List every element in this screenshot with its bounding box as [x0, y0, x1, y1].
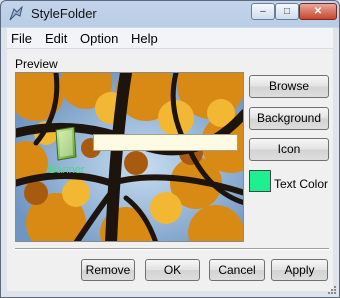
- apply-button[interactable]: Apply: [271, 259, 328, 281]
- preview-label: Preview: [15, 57, 58, 71]
- browse-button[interactable]: Browse: [249, 75, 329, 98]
- ok-button[interactable]: OK: [145, 259, 200, 281]
- resize-grip-icon[interactable]: [327, 285, 337, 295]
- app-icon: [9, 6, 23, 21]
- background-image: [16, 73, 243, 241]
- menu-edit[interactable]: Edit: [45, 31, 67, 46]
- text-color-label: Text Color: [274, 177, 329, 191]
- folder-icon[interactable]: [53, 127, 79, 161]
- cancel-button[interactable]: Cancel: [209, 259, 265, 281]
- maximize-button[interactable]: □: [275, 3, 299, 20]
- banner-text-field[interactable]: [93, 134, 238, 151]
- close-button[interactable]: ✕: [299, 3, 337, 20]
- title-bar[interactable]: StyleFolder – □ ✕: [1, 1, 339, 27]
- background-button[interactable]: Background: [249, 107, 329, 130]
- client-area: File Edit Option Help Preview Banner Bro…: [7, 28, 333, 291]
- menu-file[interactable]: File: [11, 31, 32, 46]
- icon-button[interactable]: Icon: [249, 138, 329, 161]
- menu-bar: File Edit Option Help: [7, 28, 333, 49]
- remove-button[interactable]: Remove: [81, 259, 135, 281]
- text-color-swatch[interactable]: [249, 170, 271, 192]
- app-window: StyleFolder – □ ✕ File Edit Option Help …: [0, 0, 340, 298]
- divider: [15, 248, 329, 250]
- minimize-button[interactable]: –: [251, 3, 275, 20]
- banner-label: Banner: [49, 164, 85, 176]
- window-title: StyleFolder: [31, 6, 97, 21]
- menu-option[interactable]: Option: [80, 31, 118, 46]
- preview-pane: Banner: [15, 72, 244, 242]
- menu-help[interactable]: Help: [131, 31, 158, 46]
